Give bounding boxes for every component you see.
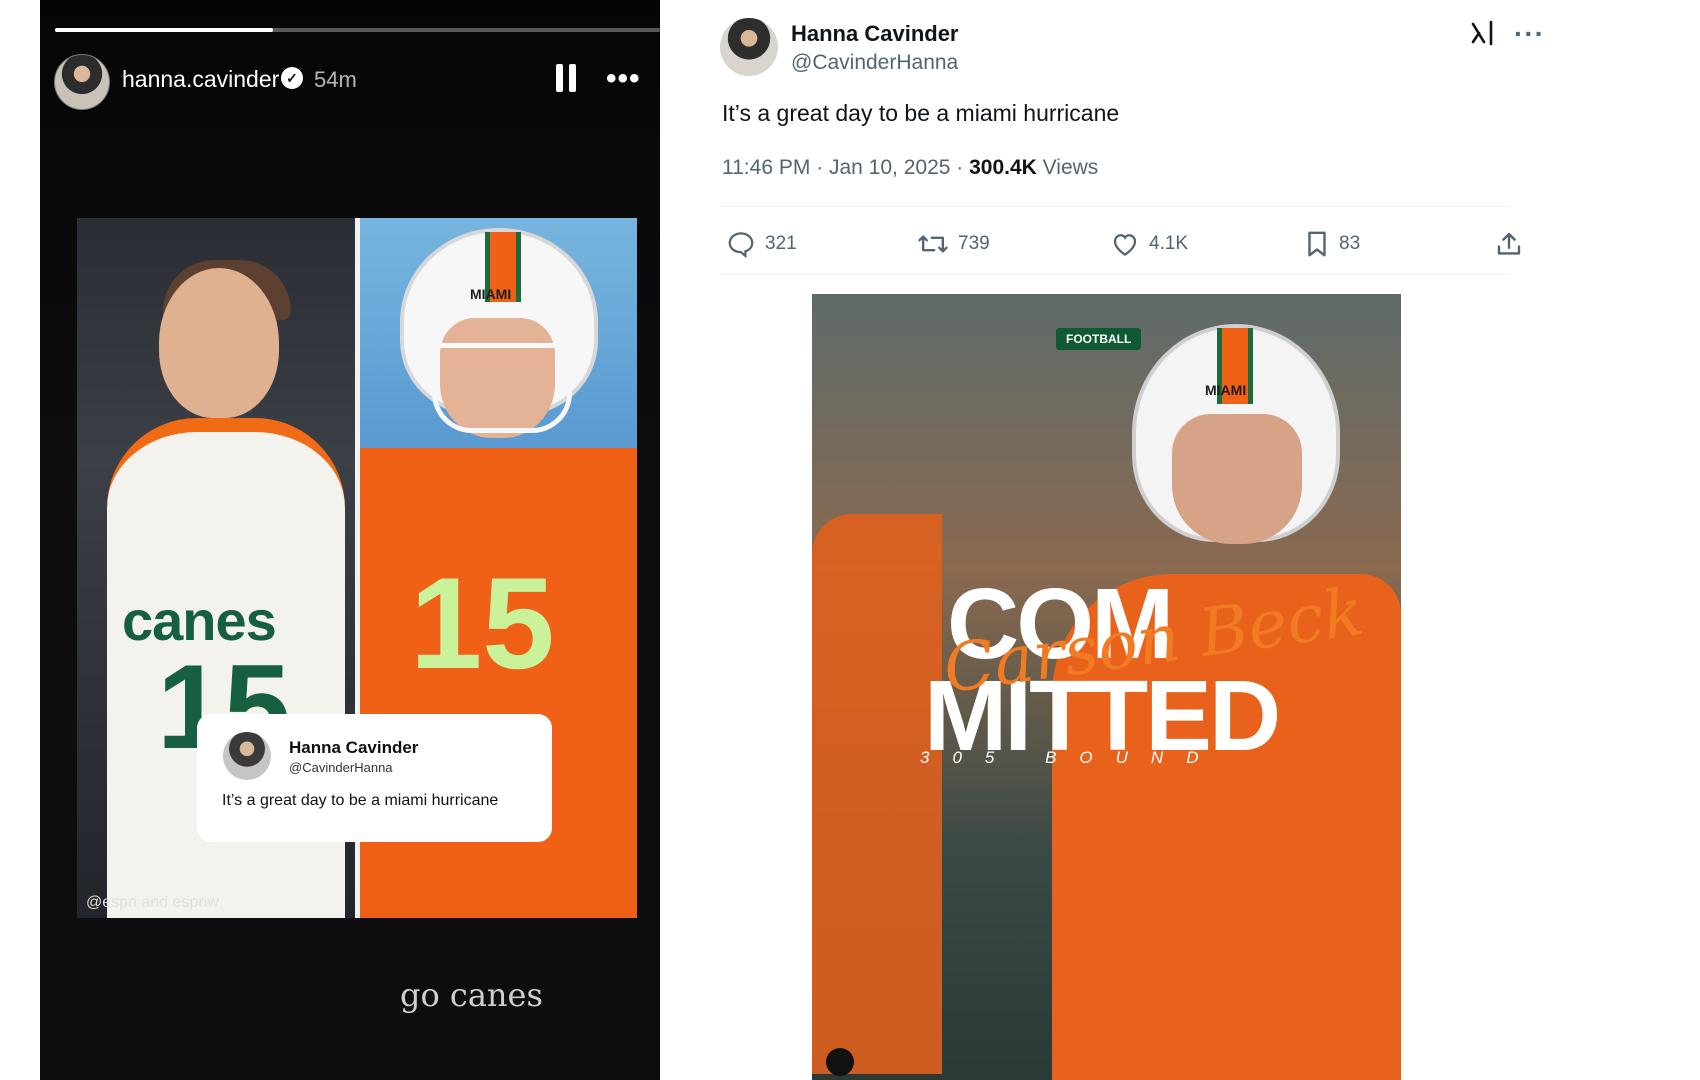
repost-icon [918,235,948,253]
tweet-more-options-icon[interactable]: ··· [1514,18,1545,50]
story-username[interactable]: hanna.cavinder [122,66,279,93]
blurred-player [812,514,942,1074]
tweet-timestamp[interactable]: 11:46 PM · Jan 10, 2025 · [722,156,963,179]
share-icon [1497,232,1521,255]
tagline: 305 BOUND [920,748,1222,767]
instagram-story: hanna.cavinder ✓ 54m ••• canes 15 MIAMI … [40,0,660,1080]
football-badge: FOOTBALL [1056,328,1142,350]
tweet-views-label: Views [1042,156,1099,179]
heart-icon [1113,234,1137,256]
repost-count: 739 [958,233,990,254]
tweet-avatar[interactable] [720,18,778,76]
jersey-number: 15 [410,550,555,696]
helmet-text: MIAMI [470,286,512,302]
story-progress-fill [55,28,273,32]
tweet-text: It’s a great day to be a miami hurricane [722,100,1120,126]
card-text: It’s a great day to be a miami hurricane [222,792,499,809]
card-handle: @CavinderHanna [289,760,393,775]
like-button[interactable]: 4.1K [1110,227,1188,261]
tagged-user-icon[interactable] [826,1048,854,1076]
story-progress-bar [55,28,660,32]
tweet-meta: 11:46 PM · Jan 10, 2025 · 300.4K Views [722,156,1098,180]
share-button[interactable] [1494,227,1533,261]
card-display-name: Hanna Cavinder [289,738,419,757]
pause-icon [556,64,563,92]
pause-button[interactable] [556,64,578,92]
tweet-handle[interactable]: @CavinderHanna [791,51,958,75]
reply-button[interactable]: 321 [726,227,797,261]
bookmark-icon [1308,231,1326,257]
story-timestamp: 54m [314,67,357,92]
player-face [1172,414,1302,544]
embedded-tweet-card[interactable]: Hanna Cavinder @CavinderHanna It’s a gre… [197,714,552,842]
divider [720,274,1510,275]
player-face [159,268,279,418]
card-avatar [223,732,271,780]
story-more-options-icon[interactable]: ••• [606,62,641,96]
grok-icon[interactable] [1469,20,1495,46]
reply-count: 321 [765,233,797,254]
reply-icon [728,232,754,259]
story-avatar[interactable] [54,54,110,110]
tweet-media-image[interactable]: MIAMI FOOTBALL COM MITTED Carson Beck 30… [812,294,1401,1080]
helmet-text: MIAMI [1205,382,1247,398]
tweet-display-name[interactable]: Hanna Cavinder [791,21,959,47]
story-credit[interactable]: @espn and espnw [86,894,219,912]
tweet-views-count: 300.4K [969,156,1037,179]
helmet-facemask [432,343,572,433]
like-count: 4.1K [1149,233,1189,254]
verified-badge-icon: ✓ [281,67,303,89]
story-caption: go canes [400,976,543,1014]
bookmark-button[interactable]: 83 [1304,227,1360,261]
bookmark-count: 83 [1339,233,1361,254]
divider [720,206,1510,207]
repost-button[interactable]: 739 [917,227,990,261]
pause-icon-bar [569,64,576,92]
